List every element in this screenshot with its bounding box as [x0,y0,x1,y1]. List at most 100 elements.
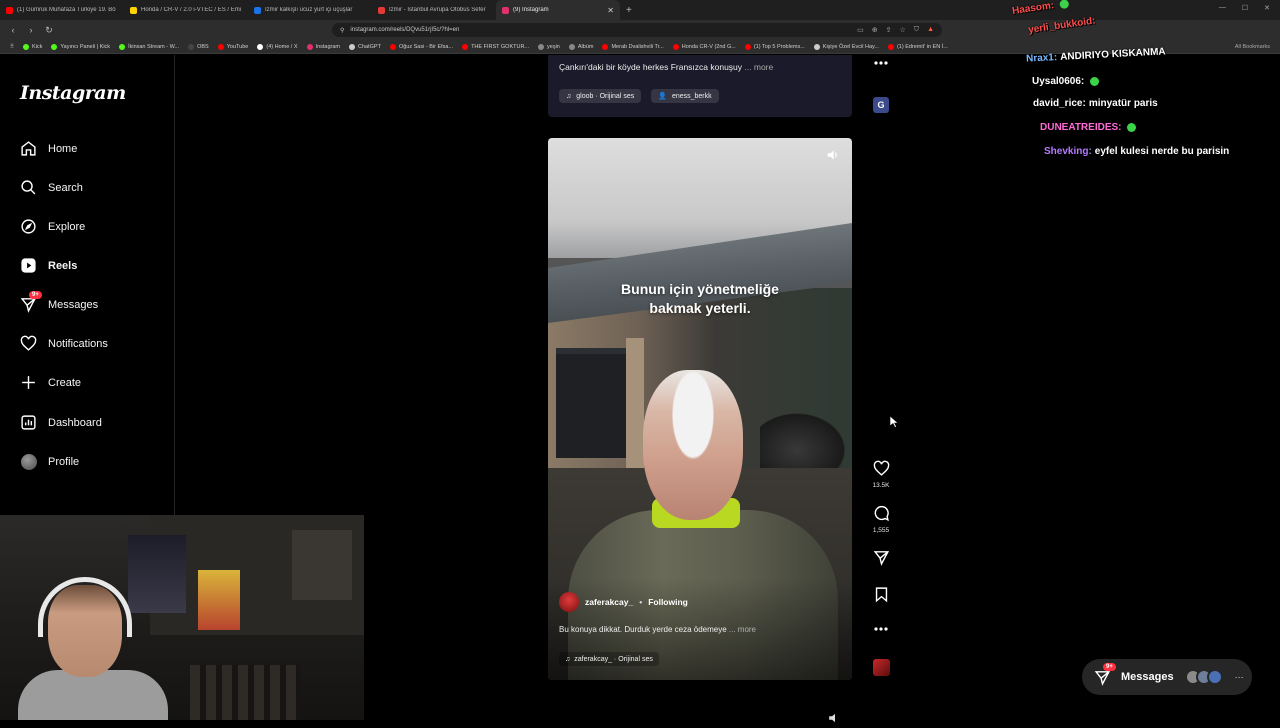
bookmark-item[interactable]: (4) Home / X [257,43,298,50]
speaker [643,370,743,520]
bookmark-favicon [887,43,894,50]
previous-reel-caption[interactable]: Çankırı'daki bir köyde herkes Fransızca … [559,62,773,72]
bookmark-item[interactable]: Honda CR-V (2nd G... [672,43,736,50]
close-tab-icon[interactable]: ✕ [607,6,614,15]
bookmark-favicon [672,43,679,50]
address-bar[interactable]: ⚲ instagram.com/reels/DQvu51rjI5c/?hl=en… [332,23,942,37]
browser-tab[interactable]: Honda / CR-V / 2.0 i-VTEC / ES / Emi [124,0,248,20]
sidebar-item-label: Messages [48,298,99,311]
like-count: 13.5K [872,482,890,489]
avatar[interactable] [559,592,579,612]
search-icon [20,179,37,196]
more-options-button[interactable] [869,626,893,634]
apps-icon[interactable]: ⠿ [10,44,14,50]
sidebar-item-create[interactable]: Create [20,374,81,391]
bookmark-item[interactable]: YouTube [217,43,248,50]
volume-icon[interactable] [826,148,840,162]
chat-message: david_rice: minyatür paris [1033,98,1158,109]
more-link[interactable]: ... more [744,62,773,72]
share-icon[interactable]: ⇪ [886,26,892,34]
following-button[interactable]: Following [648,597,688,607]
messages-floating-button[interactable]: 9+ Messages ⋯ [1082,659,1252,695]
more-link[interactable]: ... more [729,625,756,634]
bookmark-label: OBS [197,43,209,50]
streamer [18,575,168,720]
reels-icon [20,257,37,274]
sidebar-item-notifications[interactable]: Notifications [20,335,108,352]
bookmark-label: (4) Home / X [266,43,298,50]
bookmark-item[interactable]: Merab Dvalishvili Tr... [602,43,664,50]
dashboard-icon [20,414,37,431]
instagram-logo[interactable]: Instagram [20,82,126,104]
bookmark-item[interactable]: Yayıncı Paneli | Kick [51,43,110,50]
share-button[interactable] [869,549,893,568]
more-options-button[interactable] [869,60,893,68]
chat-message: Shevking: eyfel kulesi nerde bu parisin [1044,146,1229,157]
chat-username: yerli_bukkoid: [1027,15,1097,36]
google-icon[interactable]: G [873,97,889,113]
bookmark-favicon [119,43,126,50]
browser-tab[interactable]: İzmir kalkışlı ucuz yurt içi uçuşlar [248,0,372,20]
bookmark-item[interactable]: Kişiye Özel Evcil Hay... [813,43,879,50]
tagged-user-pill[interactable]: 👤 eness_berkk [651,89,719,103]
browser-tab[interactable]: İzmir - İstanbul Avrupa Otobüs Sefer [372,0,496,20]
plus-icon[interactable]: + [620,5,638,16]
emote-icon [1090,76,1100,86]
sidebar-item-explore[interactable]: Explore [20,218,85,235]
bookmark-item[interactable]: (1) Edremit' in EN İ... [887,43,948,50]
volume-icon[interactable] [828,710,842,728]
sidebar-item-label: Profile [48,455,80,468]
caption-text: Çankırı'daki bir köyde herkes Fransızca … [559,62,743,72]
bookmark-item[interactable]: Kick [23,43,42,50]
chat-username: Haasom: [1011,0,1055,17]
bookmark-item[interactable]: ChatGPT [349,43,381,50]
comment-button[interactable]: 1,555 [869,505,893,534]
sidebar-item-profile[interactable]: Profile [20,453,79,470]
previous-reel-card: Çankırı'daki bir köyde herkes Fransızca … [548,55,852,117]
bookmark-item[interactable]: yeşin [538,43,560,50]
star-icon[interactable]: ☆ [900,26,906,34]
bookmark-label: Instagram [315,43,341,50]
bookmark-favicon [349,43,356,50]
sidebar-item-search[interactable]: Search [20,179,83,196]
user-icon: 👤 [658,93,667,100]
chat-text: minyatür paris [1088,98,1158,109]
save-button[interactable] [869,586,893,605]
audio-pill[interactable]: ♫ zaferakcay_ · Orijinal ses [559,652,659,666]
sidebar-item-label: Create [48,376,82,389]
compass-icon [20,218,37,235]
browser-tab[interactable]: (1) Gümrük Muhafaza Türkiye 19. Bö [0,0,124,20]
bookmark-item[interactable]: THE FIRST GOKTUR... [462,43,529,50]
browser-tab-active[interactable]: (9) Instagram ✕ [496,0,620,20]
bookmark-item[interactable]: Instagram [306,43,341,50]
bookmark-favicon [23,43,30,50]
overlay-line: Bunun için yönetmeliğe [621,281,779,297]
site-info-icon[interactable]: ⚲ [340,27,344,34]
reload-icon[interactable]: ↻ [44,25,54,36]
bookmark-item[interactable]: Albüm [568,43,593,50]
bookmark-item[interactable]: (1) Top 5 Problems... [744,43,805,50]
sidebar-item-home[interactable]: Home [20,140,77,157]
mouse-cursor-icon [889,415,899,433]
bookmark-item[interactable]: OBS [188,43,209,50]
brave-icon[interactable]: ▲ [927,26,934,34]
forward-icon[interactable]: › [26,25,36,35]
chat-message: Uysal0606: [1032,76,1100,87]
like-button[interactable]: 13.5K [869,460,893,489]
sidebar-item-reels[interactable]: Reels [20,257,77,274]
back-icon[interactable]: ‹ [8,25,18,35]
zoom-icon[interactable]: ⊕ [872,26,878,34]
bookmark-item[interactable]: Oğuz Sasi - Bir Efsa... [389,43,453,50]
sidebar-item-dashboard[interactable]: Dashboard [20,414,102,431]
bookmark-item[interactable]: İkinsan Stream - W... [119,43,179,50]
reel-video[interactable]: Bunun için yönetmeliğe bakmak yeterli. z… [548,138,852,680]
sidebar-item-messages[interactable]: 9+ Messages [20,291,99,313]
reel-caption[interactable]: Bu konuya dikkat. Durduk yerde ceza ödem… [559,625,756,634]
reel-username[interactable]: zaferakcay_ [585,597,633,607]
instagram-sidebar: Instagram Home Search Explore Reels 9+ M… [0,55,175,515]
audio-pill[interactable]: ♫ gloob · Orijinal ses [559,89,642,103]
shield-icon[interactable]: ⛉ [914,26,919,34]
bookmark-favicon [51,43,58,50]
cast-icon[interactable]: ▭ [857,26,864,34]
audio-thumbnail[interactable] [873,659,890,676]
